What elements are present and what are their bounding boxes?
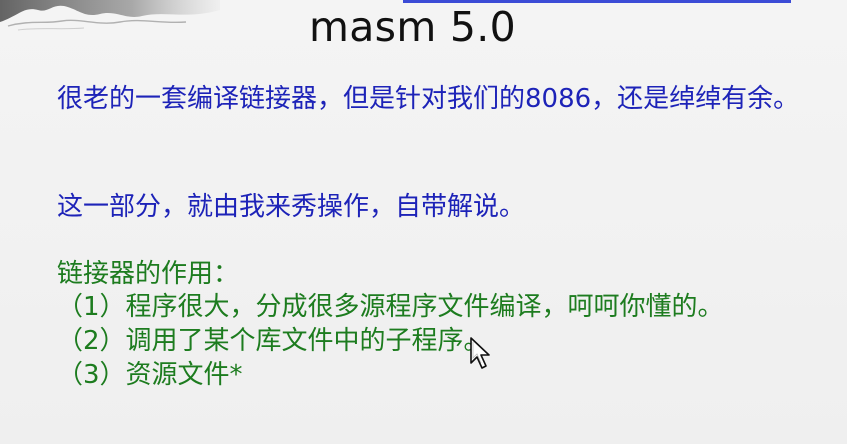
list-item: （2）调用了某个库文件中的子程序。 xyxy=(57,326,490,356)
intro-paragraph: 很老的一套编译链接器，但是针对我们的8086，还是绰绰有余。 xyxy=(57,84,800,114)
slide-title: masm 5.0 xyxy=(309,3,516,51)
section-heading: 链接器的作用： xyxy=(57,259,240,289)
mouse-pointer-icon xyxy=(470,337,490,369)
presentation-slide: masm 5.0 很老的一套编译链接器，但是针对我们的8086，还是绰绰有余。 … xyxy=(0,0,847,444)
list-item: （1）程序很大，分成很多源程序文件编译，呵呵你懂的。 xyxy=(57,292,724,322)
narration-paragraph: 这一部分，就由我来秀操作，自带解说。 xyxy=(57,192,526,222)
linker-roles-list: （1）程序很大，分成很多源程序文件编译，呵呵你懂的。 （2）调用了某个库文件中的… xyxy=(57,290,822,392)
list-item: （3）资源文件* xyxy=(57,360,243,390)
